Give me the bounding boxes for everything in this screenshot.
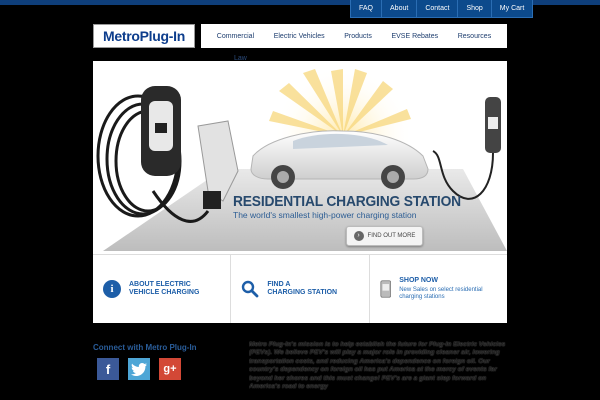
site-logo[interactable]: MetroPlug-In (93, 24, 195, 48)
about-link[interactable]: About (381, 0, 416, 18)
magnifier-icon (242, 280, 259, 298)
feature-find-station[interactable]: FIND A CHARGING STATION (230, 255, 368, 323)
shop-link[interactable]: Shop (457, 0, 490, 18)
feature-shop-now[interactable]: SHOP NOW New Sales on select residential… (368, 255, 507, 323)
hero-banner[interactable]: RESIDENTIAL CHARGING STATION The world's… (93, 61, 507, 254)
feature-title-line: FIND A (267, 281, 291, 288)
info-icon: i (103, 280, 121, 298)
mission-statement: Metro Plug-In's mission is to help estab… (249, 341, 506, 391)
feature-row: i ABOUT ELECTRIC VEHICLE CHARGING FIND A… (93, 254, 507, 323)
faq-link[interactable]: FAQ (351, 0, 381, 18)
main-nav: Commercial Electric Vehicles Products EV… (201, 24, 507, 48)
find-out-more-label: FIND OUT MORE (367, 233, 416, 239)
find-out-more-button[interactable]: › FIND OUT MORE (346, 226, 423, 246)
feature-title-line: ABOUT ELECTRIC (129, 281, 191, 288)
hero-subtitle: The world's smallest high-power charging… (233, 210, 417, 220)
feature-title-line: SHOP NOW (399, 277, 438, 284)
contact-link[interactable]: Contact (416, 0, 457, 18)
feature-subtitle: New Sales on select residential charging… (399, 287, 483, 300)
feature-about-ev[interactable]: i ABOUT ELECTRIC VEHICLE CHARGING (93, 255, 230, 323)
logo-text: MetroPlug-In (103, 28, 185, 44)
hero-title: RESIDENTIAL CHARGING STATION (233, 193, 461, 210)
connect-heading: Connect with Metro Plug-In (93, 343, 197, 352)
nav-electric-vehicles[interactable]: Electric Vehicles (274, 33, 325, 40)
twitter-icon[interactable] (128, 358, 150, 380)
chevron-right-icon: › (353, 231, 364, 241)
facebook-icon[interactable]: f (97, 358, 119, 380)
charging-station-unit (141, 86, 181, 176)
utility-nav: FAQ About Contact Shop My Cart (350, 0, 534, 18)
nav-evse-rebates[interactable]: EVSE Rebates (391, 33, 438, 40)
hero-illustration (96, 66, 507, 251)
nav-resources[interactable]: Resources (458, 33, 491, 40)
social-links: f g+ (97, 358, 181, 380)
nav-commercial[interactable]: Commercial (217, 33, 254, 40)
nav-products[interactable]: Products (344, 33, 372, 40)
feature-title-line: VEHICLE CHARGING (129, 289, 200, 296)
googleplus-icon[interactable]: g+ (159, 358, 181, 380)
charger-icon (380, 280, 391, 298)
feature-title-line: CHARGING STATION (267, 289, 338, 296)
my-cart-link[interactable]: My Cart (490, 0, 533, 18)
